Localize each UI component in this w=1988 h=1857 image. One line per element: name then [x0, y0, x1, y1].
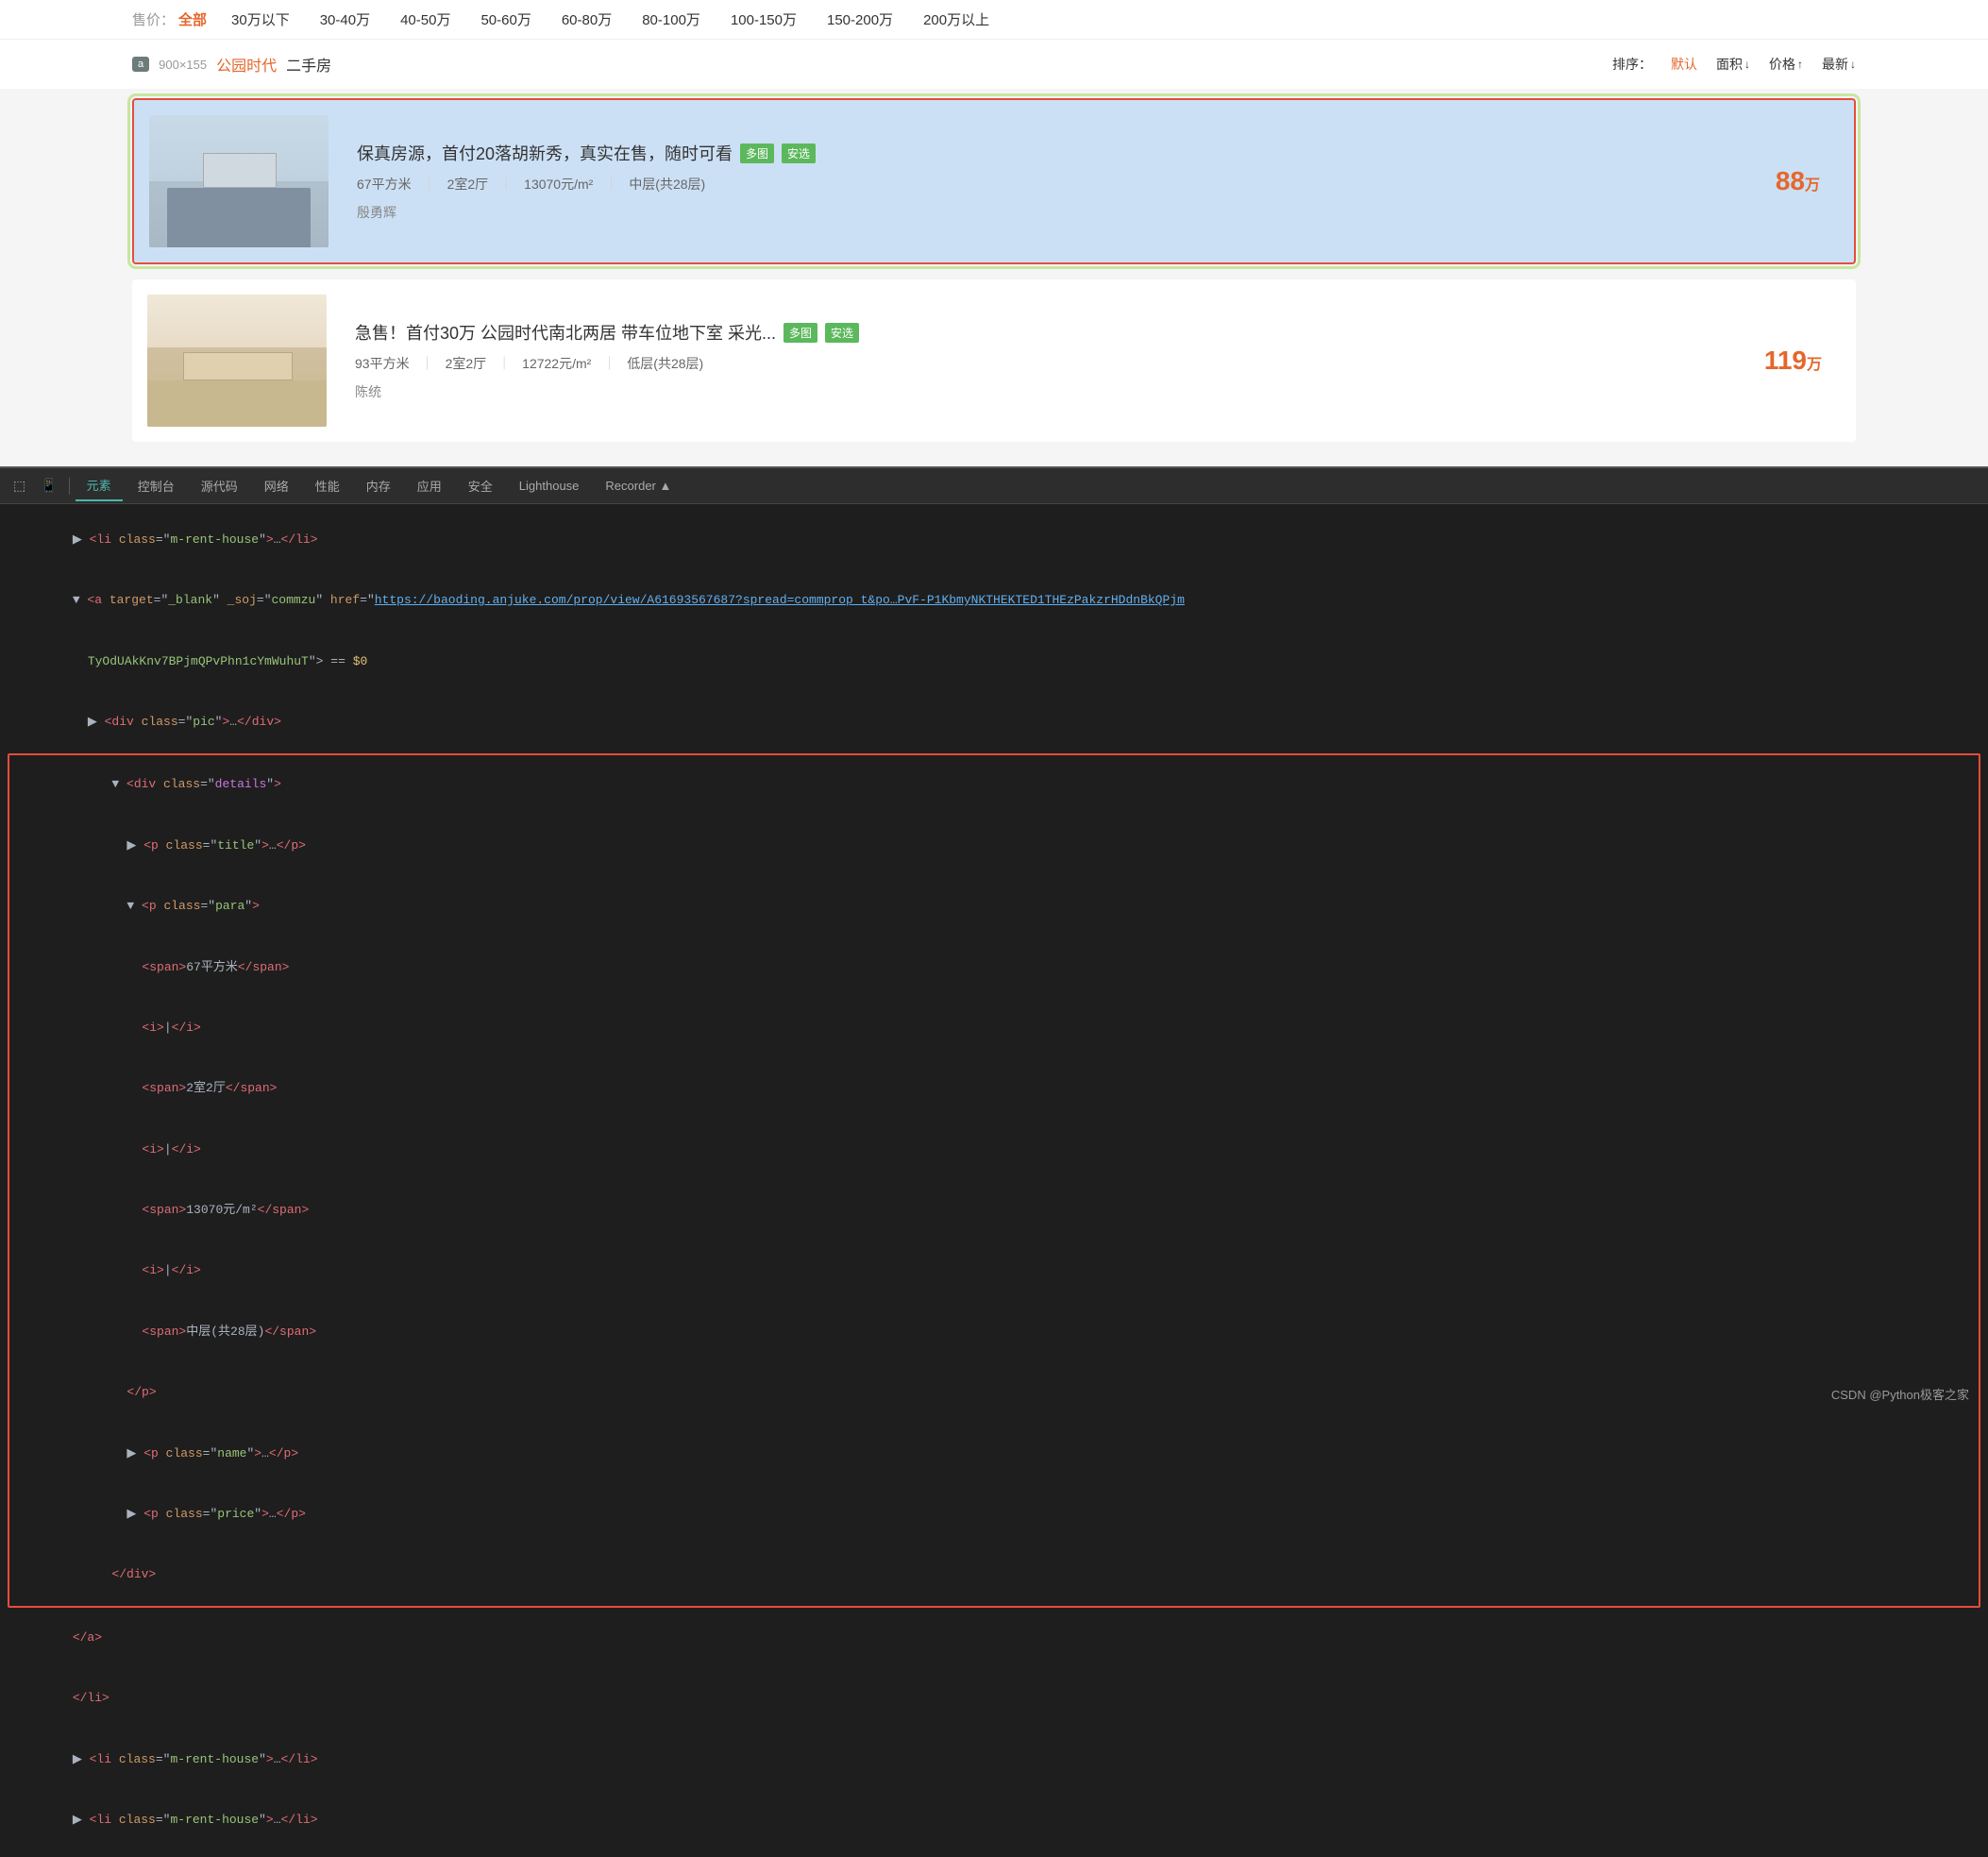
code-line-div-pic: ▶ <div class="pic">…</div> [0, 692, 1988, 752]
tag-an-2: 安选 [825, 323, 859, 343]
code-line-anchor-cont: TyOdUAkKnv7BPjmQPvPhn1cYmWuhuT"> == $0 [0, 632, 1988, 692]
code-line-span-rooms: <span>2室2厅</span> [9, 1059, 1979, 1120]
tab-performance[interactable]: 性能 [304, 471, 351, 500]
listing-details-2: 急售！首付30万 公园时代南北两居 带车位地下室 采光... 多图 安选 93平… [345, 320, 1709, 401]
tab-security[interactable]: 安全 [457, 471, 504, 500]
listing-details-1: 保真房源，首付20落胡新秀，真实在售，随时可看 多图 安选 67平方米 ｜ 2室… [347, 141, 1707, 222]
filter-30-40[interactable]: 30-40万 [314, 8, 376, 31]
code-line-div-details-open: ▼ <div class="details"> [9, 755, 1979, 816]
sort-bar: 排序： 默认 面积 ↓ 价格 ↑ 最新 ↓ [1612, 55, 1856, 74]
tab-application[interactable]: 应用 [406, 471, 453, 500]
tab-elements[interactable]: 元素 [76, 470, 123, 501]
size-label: 900×155 [159, 58, 207, 72]
listing-price-1: 88万 [1726, 166, 1839, 196]
watermark: CSDN @Python极客之家 [1831, 1385, 1969, 1403]
sort-label: 排序： [1612, 55, 1652, 74]
floor-1: 中层(共28层) [629, 175, 705, 194]
devtools-code-content: ▶ <li class="m-rent-house">…</li> ▼ <a t… [0, 504, 1988, 1857]
filter-label: 售价：全部 [132, 9, 207, 29]
code-highlighted-box: ▼ <div class="details"> ▶ <p class="titl… [8, 753, 1980, 1608]
code-line-span-area: <span>67平方米</span> [9, 937, 1979, 998]
code-line-anchor-close: </a> [0, 1608, 1988, 1668]
sort-latest[interactable]: 最新 ↓ [1822, 55, 1856, 74]
filter-150-200[interactable]: 150-200万 [821, 8, 899, 31]
listing-params-1: 67平方米 ｜ 2室2厅 ｜ 13070元/m² ｜ 中层(共28层) [357, 175, 1707, 194]
devtools-panel: ⬚ 📱 元素 控制台 源代码 网络 性能 内存 应用 安全 Lighthouse… [0, 466, 1988, 1857]
listing-params-2: 93平方米 ｜ 2室2厅 ｜ 12722元/m² ｜ 低层(共28层) [355, 354, 1709, 373]
code-line-span-unitprice: <span>13070元/m²</span> [9, 1180, 1979, 1241]
code-line-li-renthouse: ▶ <li class="m-rent-house">…</li> [0, 510, 1988, 570]
listing-agent-2: 陈统 [355, 382, 1709, 401]
filter-50-60[interactable]: 50-60万 [475, 8, 536, 31]
listing-agent-1: 殷勇辉 [357, 203, 1707, 222]
code-line-i-sep2: <i>|</i> [9, 1120, 1979, 1180]
size-badge: a [132, 57, 149, 72]
search-header-left: a 900×155 公园时代 二手房 [132, 53, 331, 76]
listing-price-2: 119万 [1727, 346, 1841, 376]
code-line-li-renthouse-3: ▶ <li class="m-rent-house">…</li> [0, 1790, 1988, 1850]
code-line-li-renthouse-2: ▶ <li class="m-rent-house">…</li> [0, 1730, 1988, 1790]
search-keyword-suffix: 二手房 [286, 53, 331, 76]
code-line-i-sep3: <i>|</i> [9, 1241, 1979, 1302]
code-line-span-floor: <span>中层(共28层)</span> [9, 1302, 1979, 1362]
code-line-p-name: ▶ <p class="name">…</p> [9, 1424, 1979, 1484]
tag-duo-2: 多图 [783, 323, 817, 343]
search-header: a 900×155 公园时代 二手房 排序： 默认 面积 ↓ 价格 ↑ 最新 ↓ [0, 40, 1988, 89]
tab-network[interactable]: 网络 [253, 471, 300, 500]
device-toolbar-btn[interactable]: 📱 [35, 474, 62, 498]
rooms-1: 2室2厅 [447, 175, 489, 194]
code-line-anchor: ▼ <a target="_blank" _soj="commzu" href=… [0, 570, 1988, 631]
sort-price[interactable]: 价格 ↑ [1769, 55, 1803, 74]
rooms-2: 2室2厅 [446, 354, 487, 373]
code-line-p-price: ▶ <p class="price">…</p> [9, 1484, 1979, 1545]
listing-normal[interactable]: 急售！首付30万 公园时代南北两居 带车位地下室 采光... 多图 安选 93平… [132, 279, 1856, 442]
sort-default[interactable]: 默认 [1671, 55, 1697, 74]
tab-sep-1 [69, 478, 70, 495]
unit-price-2: 12722元/m² [522, 354, 591, 373]
filter-200-above[interactable]: 200万以上 [918, 8, 995, 31]
filter-30-below[interactable]: 30万以下 [226, 8, 295, 31]
listing-title-2: 急售！首付30万 公园时代南北两居 带车位地下室 采光... 多图 安选 [355, 320, 1709, 345]
devtools-toolbar: ⬚ 📱 元素 控制台 源代码 网络 性能 内存 应用 安全 Lighthouse… [0, 468, 1988, 504]
listing-featured[interactable]: 保真房源，首付20落胡新秀，真实在售，随时可看 多图 安选 67平方米 ｜ 2室… [132, 98, 1856, 264]
tab-recorder[interactable]: Recorder ▲ [594, 473, 682, 498]
tab-memory[interactable]: 内存 [355, 471, 402, 500]
search-keyword: 公园时代 [216, 53, 277, 76]
code-line-p-para-close: </p> [9, 1362, 1979, 1423]
code-line-div-details-close: </div> [9, 1545, 1979, 1606]
tab-console[interactable]: 控制台 [126, 471, 186, 500]
sort-area[interactable]: 面积 ↓ [1716, 55, 1750, 74]
floor-2: 低层(共28层) [627, 354, 703, 373]
filter-40-50[interactable]: 40-50万 [395, 8, 456, 31]
listing-image-1 [149, 115, 329, 247]
tab-lighthouse[interactable]: Lighthouse [508, 473, 591, 498]
tag-an-1: 安选 [782, 143, 816, 163]
tab-sources[interactable]: 源代码 [190, 471, 249, 500]
area-2: 93平方米 [355, 354, 410, 373]
unit-price-1: 13070元/m² [524, 175, 593, 194]
filter-80-100[interactable]: 80-100万 [636, 8, 706, 31]
code-line-i-sep1: <i>|</i> [9, 998, 1979, 1058]
listing-container: 保真房源，首付20落胡新秀，真实在售，随时可看 多图 安选 67平方米 ｜ 2室… [0, 89, 1988, 466]
filter-bar: 售价：全部 30万以下 30-40万 40-50万 50-60万 60-80万 … [0, 0, 1988, 40]
inspect-element-btn[interactable]: ⬚ [8, 474, 31, 498]
code-line-p-title: ▶ <p class="title">…</p> [9, 816, 1979, 876]
code-line-p-para-open: ▼ <p class="para"> [9, 876, 1979, 937]
filter-100-150[interactable]: 100-150万 [725, 8, 802, 31]
tag-duo-1: 多图 [740, 143, 774, 163]
code-line-li-close: </li> [0, 1668, 1988, 1729]
area-1: 67平方米 [357, 175, 412, 194]
listing-title-1: 保真房源，首付20落胡新秀，真实在售，随时可看 多图 安选 [357, 141, 1707, 165]
listing-image-2 [147, 295, 327, 427]
filter-60-80[interactable]: 60-80万 [556, 8, 617, 31]
